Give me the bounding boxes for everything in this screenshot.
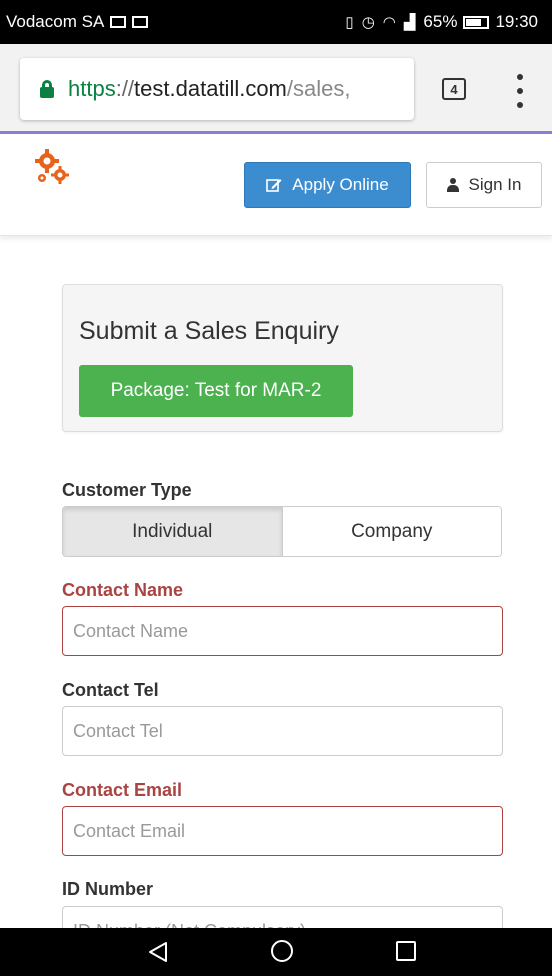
customer-type-individual[interactable]: Individual xyxy=(63,507,283,556)
carrier-name: Vodacom SA xyxy=(6,12,105,31)
battery-icon xyxy=(463,15,490,29)
customer-type-label: Customer Type xyxy=(62,480,192,500)
vibrate-icon: ▯ xyxy=(345,14,356,31)
contact-tel-field[interactable] xyxy=(62,706,503,756)
url-text[interactable]: https://test.datatill.com/sales, xyxy=(68,76,350,102)
apply-online-label: Apply Online xyxy=(292,175,389,194)
address-bar[interactable]: https://test.datatill.com/sales, xyxy=(20,58,414,120)
contact-tel-label: Contact Tel xyxy=(62,680,159,700)
home-icon[interactable] xyxy=(271,940,293,962)
enquiry-panel: Submit a Sales Enquiry Package: Test for… xyxy=(62,284,503,432)
contact-name-field[interactable] xyxy=(62,606,503,656)
url-scheme: https xyxy=(68,76,116,101)
package-button[interactable]: Package: Test for MAR-2 xyxy=(79,365,353,417)
clock: 19:30 xyxy=(495,12,538,31)
page-title: Submit a Sales Enquiry xyxy=(79,317,339,345)
status-left: Vodacom SA xyxy=(6,12,149,32)
url-path: /sales, xyxy=(286,76,351,101)
signal-icon: ▟ xyxy=(403,14,418,31)
tab-switcher-button[interactable]: 4 xyxy=(442,78,466,100)
back-icon[interactable] xyxy=(146,940,170,964)
browser-toolbar: https://test.datatill.com/sales, 4 xyxy=(0,44,552,134)
contact-email-field[interactable] xyxy=(62,806,503,856)
user-icon xyxy=(446,178,459,192)
gallery-icon xyxy=(132,16,149,28)
screen-icon xyxy=(110,16,127,28)
lock-icon xyxy=(40,80,54,98)
site-header: Apply Online Sign In xyxy=(0,134,552,236)
more-options-icon[interactable] xyxy=(512,74,528,108)
sign-in-button[interactable]: Sign In xyxy=(426,162,542,208)
wifi-icon: ◠ xyxy=(382,14,398,31)
battery-percent: 65% xyxy=(423,12,458,31)
id-number-label: ID Number xyxy=(62,879,154,899)
gears-logo-icon[interactable] xyxy=(34,148,74,188)
url-separator: :// xyxy=(115,76,135,101)
customer-type-toggle: Individual Company xyxy=(62,506,502,557)
contact-name-label: Contact Name xyxy=(62,580,184,600)
status-bar: Vodacom SA ▯ ◷ ◠ ▟ 65% 19:30 xyxy=(0,0,552,44)
status-right: ▯ ◷ ◠ ▟ 65% 19:30 xyxy=(345,12,538,32)
contact-email-label: Contact Email xyxy=(62,780,183,800)
alarm-icon: ◷ xyxy=(361,14,377,31)
apply-online-button[interactable]: Apply Online xyxy=(244,162,411,208)
edit-icon xyxy=(266,179,282,192)
recent-apps-icon[interactable] xyxy=(396,941,416,961)
url-host: test.datatill.com xyxy=(134,76,287,101)
sign-in-label: Sign In xyxy=(468,175,522,194)
system-nav-bar xyxy=(0,928,552,976)
customer-type-company[interactable]: Company xyxy=(282,507,501,556)
